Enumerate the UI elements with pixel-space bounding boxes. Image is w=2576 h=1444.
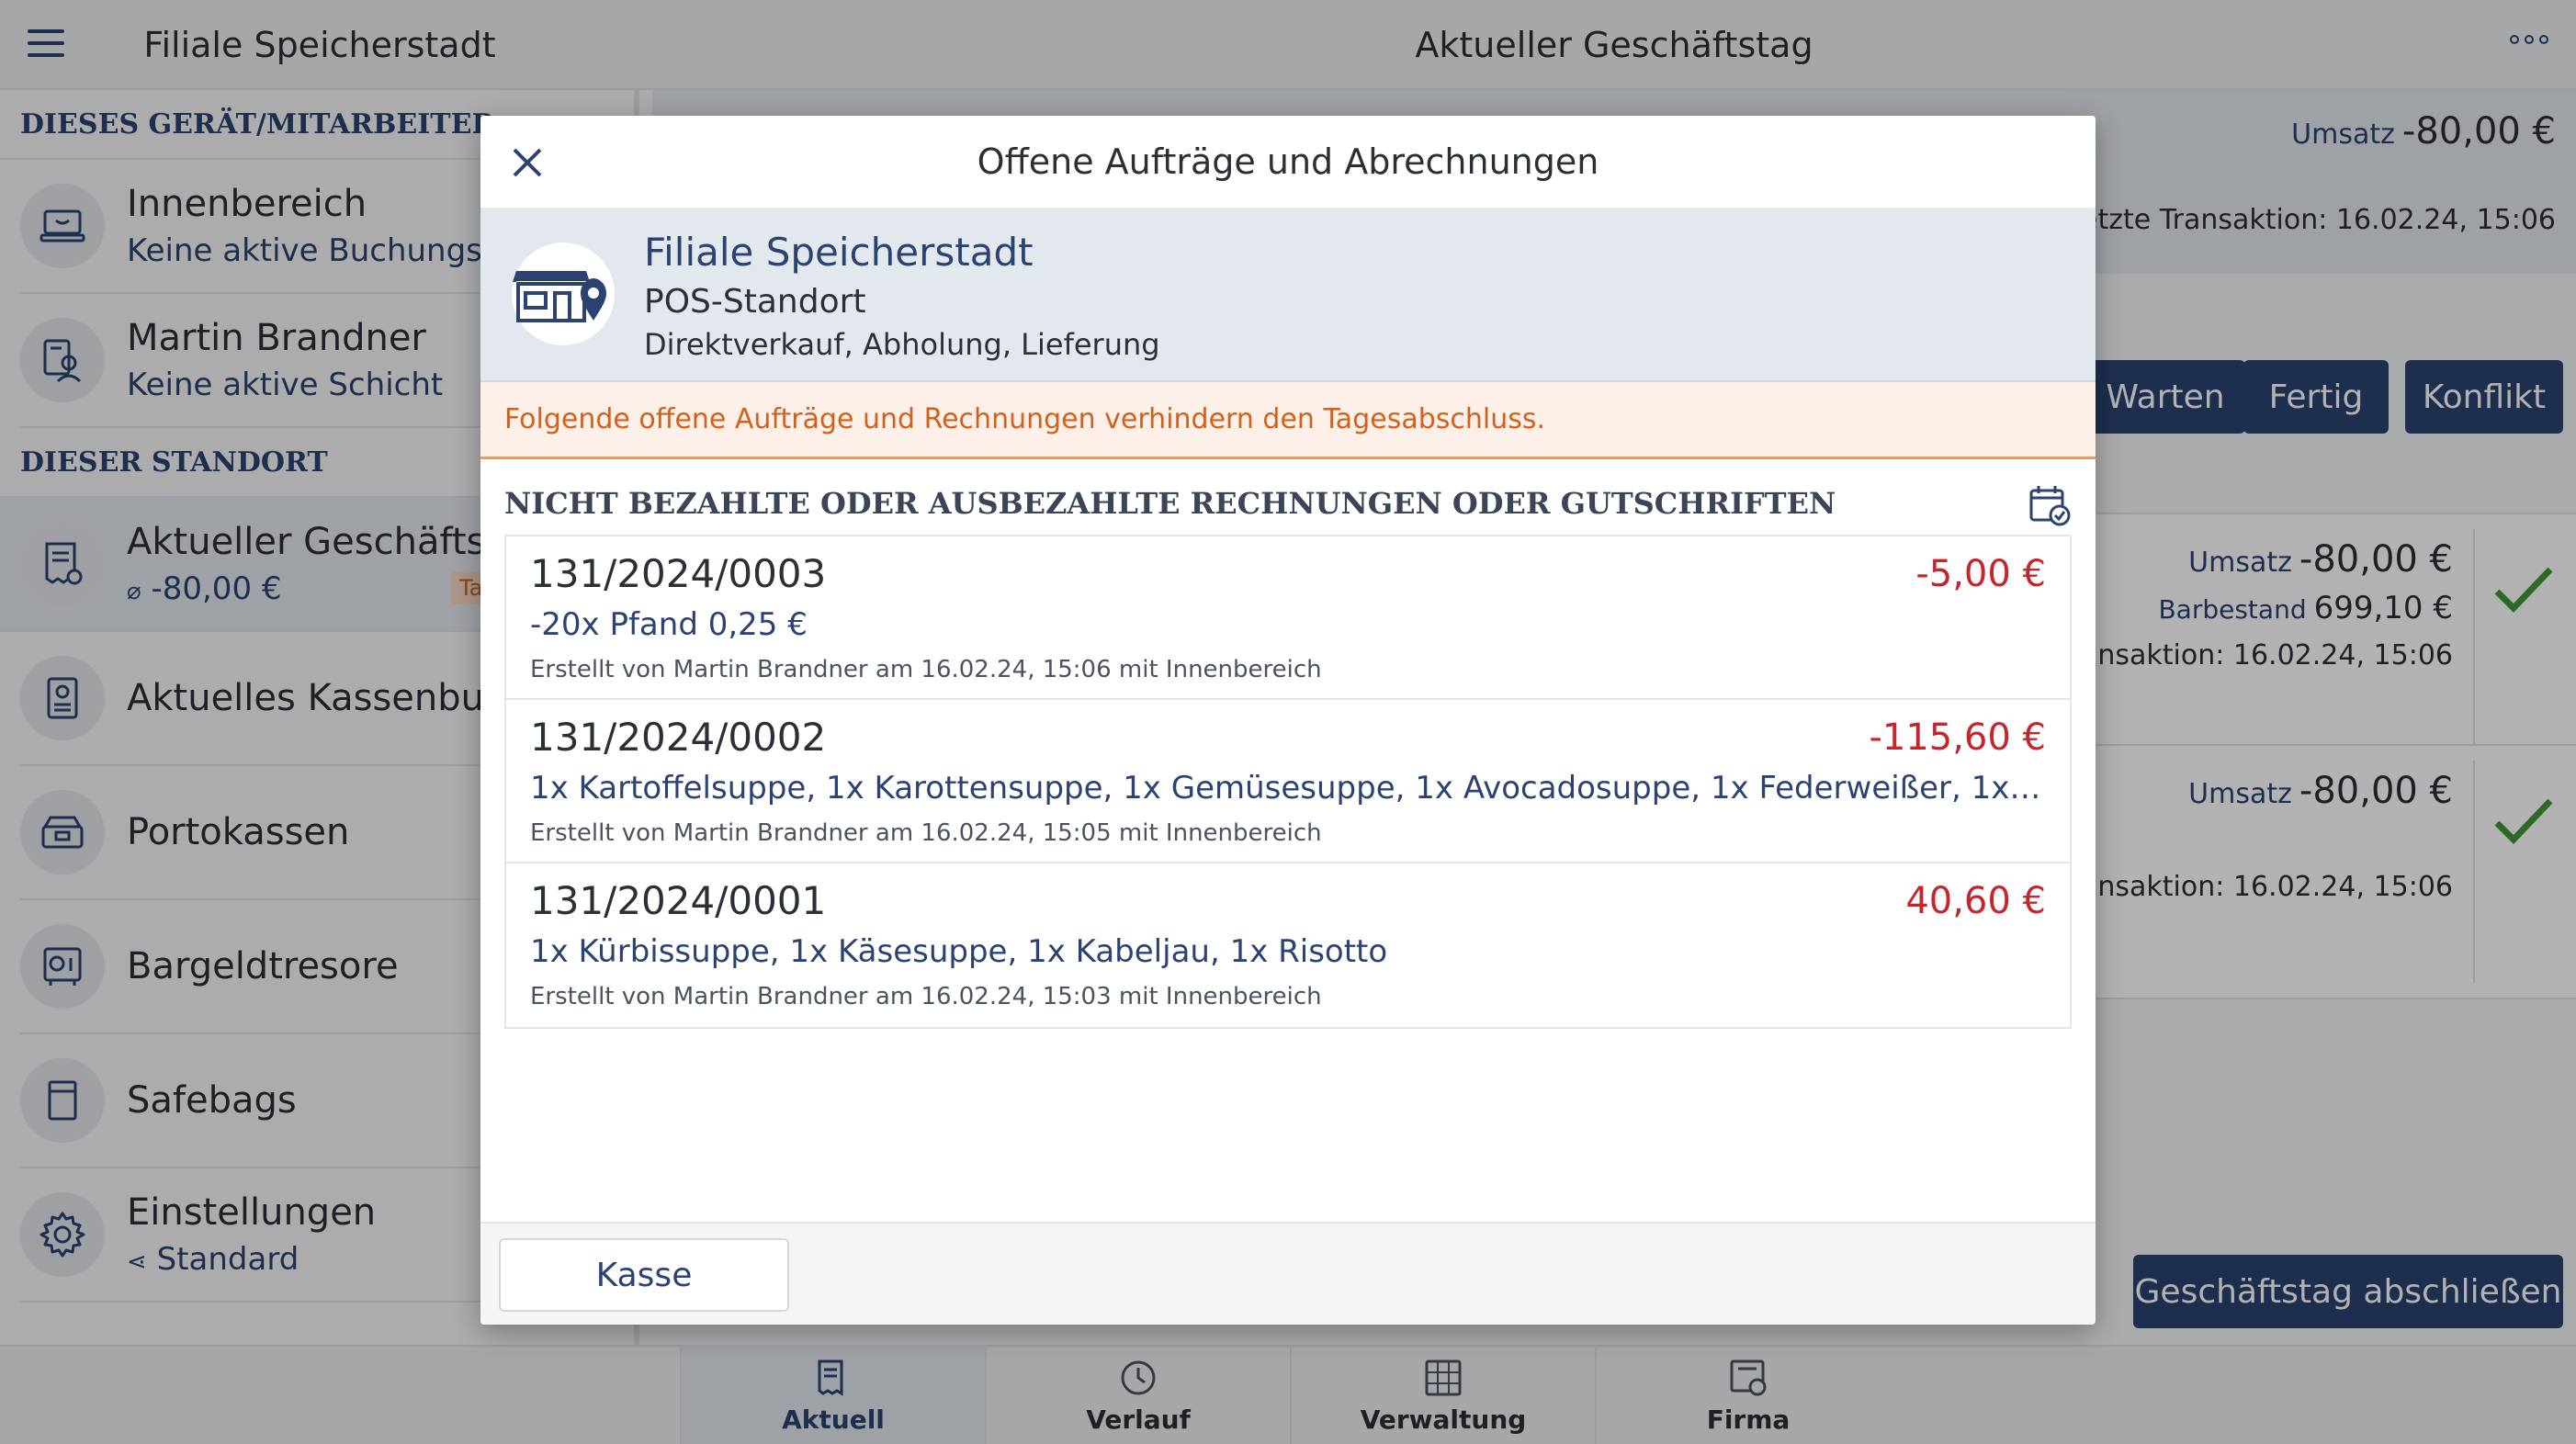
invoice-row[interactable]: 131/2024/0002 -115,60 € 1x Kartoffelsupp…: [506, 700, 2070, 863]
invoice-items: 1x Kürbissuppe, 1x Käsesuppe, 1x Kabelja…: [530, 933, 1388, 970]
close-button[interactable]: [493, 129, 561, 197]
kasse-button[interactable]: Kasse: [499, 1238, 789, 1312]
close-icon: [513, 148, 542, 177]
open-orders-dialog: Offene Aufträge und Abrechnungen Filiale…: [480, 116, 2096, 1325]
invoice-amount: -5,00 €: [1915, 553, 2046, 595]
location-modes: Direktverkauf, Abholung, Lieferung: [644, 327, 1160, 362]
location-card: Filiale Speicherstadt POS-Standort Direk…: [480, 209, 2096, 382]
location-name: Filiale Speicherstadt: [644, 230, 1034, 275]
invoice-meta: Erstellt von Martin Brandner am 16.02.24…: [530, 656, 1322, 683]
section-title: NICHT BEZAHLTE ODER AUSBEZAHLTE RECHNUNG…: [504, 476, 2072, 531]
invoice-items: 1x Kartoffelsuppe, 1x Karottensuppe, 1x …: [530, 770, 2046, 807]
location-type: POS-Standort: [644, 283, 866, 321]
invoice-row[interactable]: 131/2024/0001 40,60 € 1x Kürbissuppe, 1x…: [506, 863, 2070, 1027]
invoice-amount: 40,60 €: [1905, 880, 2046, 922]
invoice-list: 131/2024/0003 -5,00 € -20x Pfand 0,25 € …: [504, 535, 2072, 1029]
section-title-text: NICHT BEZAHLTE ODER AUSBEZAHLTE RECHNUNG…: [504, 486, 1836, 521]
invoice-number: 131/2024/0002: [530, 715, 827, 760]
store-location-icon: [512, 243, 615, 345]
invoice-amount: -115,60 €: [1869, 716, 2046, 759]
invoice-row[interactable]: 131/2024/0003 -5,00 € -20x Pfand 0,25 € …: [506, 536, 2070, 700]
dialog-footer: Kasse: [480, 1222, 2096, 1325]
invoice-meta: Erstellt von Martin Brandner am 16.02.24…: [530, 819, 1322, 847]
calendar-check-icon[interactable]: [2028, 483, 2072, 527]
invoice-number: 131/2024/0001: [530, 878, 827, 923]
dialog-title: Offene Aufträge und Abrechnungen: [977, 141, 1599, 182]
dialog-header: Offene Aufträge und Abrechnungen: [480, 116, 2096, 209]
invoice-meta: Erstellt von Martin Brandner am 16.02.24…: [530, 983, 1322, 1010]
invoice-items: -20x Pfand 0,25 €: [530, 606, 808, 643]
invoice-number: 131/2024/0003: [530, 551, 827, 596]
warning-banner: Folgende offene Aufträge und Rechnungen …: [480, 382, 2096, 459]
